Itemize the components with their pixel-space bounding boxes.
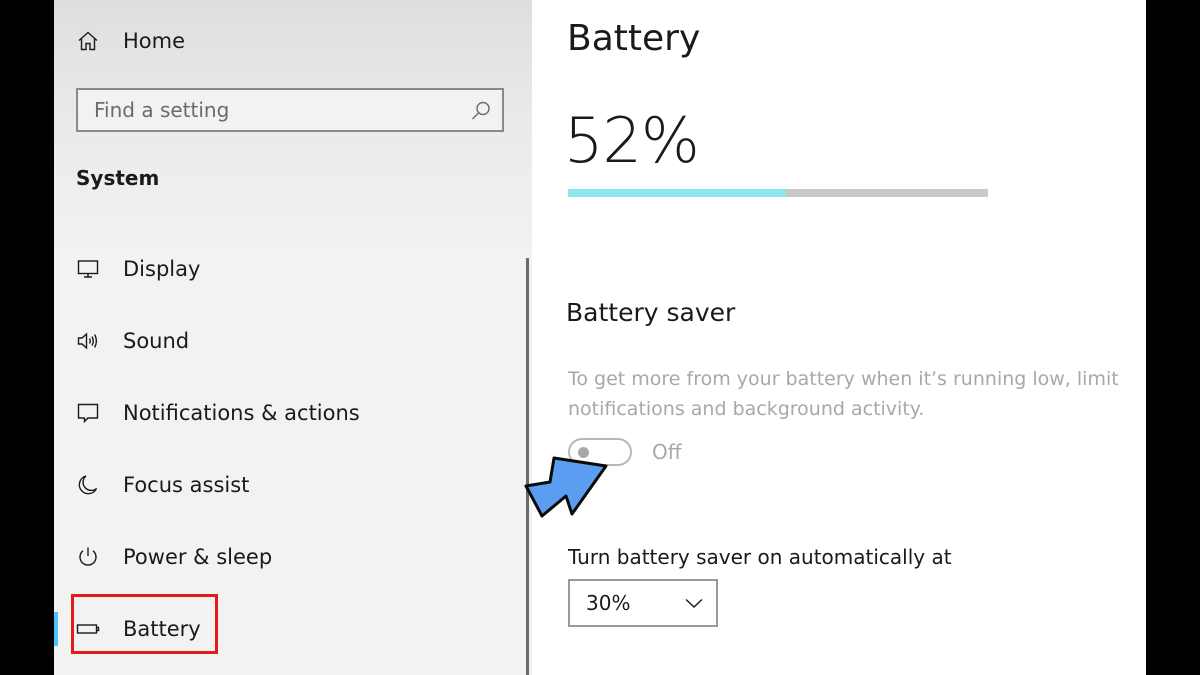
power-icon — [76, 545, 100, 569]
moon-icon — [76, 473, 100, 497]
sidebar-item-label: Focus assist — [123, 473, 250, 497]
sidebar-scrollbar[interactable] — [526, 258, 529, 675]
display-icon — [76, 257, 100, 281]
sidebar-item-display[interactable]: Display — [54, 245, 524, 293]
notification-icon — [76, 401, 100, 425]
sidebar-item-focus-assist[interactable]: Focus assist — [54, 461, 524, 509]
battery-level-bar — [568, 189, 988, 197]
section-heading: System — [76, 166, 160, 190]
sidebar-item-sound[interactable]: Sound — [54, 317, 524, 365]
sidebar-item-home[interactable]: Home — [54, 17, 524, 65]
auto-on-label: Turn battery saver on automatically at — [568, 545, 952, 569]
select-value: 30% — [586, 591, 631, 615]
sidebar-item-label: Home — [123, 29, 186, 53]
battery-icon — [76, 617, 100, 641]
battery-percentage: 52% — [564, 104, 700, 177]
battery-saver-description: To get more from your battery when it’s … — [568, 364, 1146, 424]
sidebar-item-label: Power & sleep — [123, 545, 273, 569]
sidebar-item-label: Sound — [123, 329, 190, 353]
description-line: notifications and background activity. — [568, 398, 925, 420]
chevron-down-icon — [684, 593, 704, 613]
search-icon[interactable] — [470, 100, 492, 122]
battery-saver-heading: Battery saver — [566, 298, 736, 327]
sidebar-item-power-sleep[interactable]: Power & sleep — [54, 533, 524, 581]
main-content: Battery 52% Battery saver To get more fr… — [532, 0, 1146, 675]
home-icon — [76, 29, 100, 53]
search-input[interactable] — [78, 90, 458, 130]
sidebar-item-battery[interactable]: Battery — [54, 605, 524, 653]
description-line: To get more from your battery when it’s … — [568, 368, 1119, 390]
auto-on-threshold-select[interactable]: 30% — [568, 579, 718, 627]
search-box[interactable] — [76, 88, 504, 132]
toggle-knob — [578, 447, 589, 458]
sidebar-item-label: Battery — [123, 617, 201, 641]
page-title: Battery — [567, 18, 701, 59]
settings-window: Home System Display — [54, 0, 1146, 675]
sidebar-item-label: Display — [123, 257, 201, 281]
battery-saver-toggle[interactable] — [568, 438, 632, 466]
sidebar: Home System Display — [54, 0, 532, 675]
toggle-state-label: Off — [652, 440, 682, 464]
speaker-icon — [76, 329, 100, 353]
battery-level-fill — [568, 189, 787, 197]
sidebar-item-label: Notifications & actions — [123, 401, 360, 425]
sidebar-item-notifications[interactable]: Notifications & actions — [54, 389, 524, 437]
